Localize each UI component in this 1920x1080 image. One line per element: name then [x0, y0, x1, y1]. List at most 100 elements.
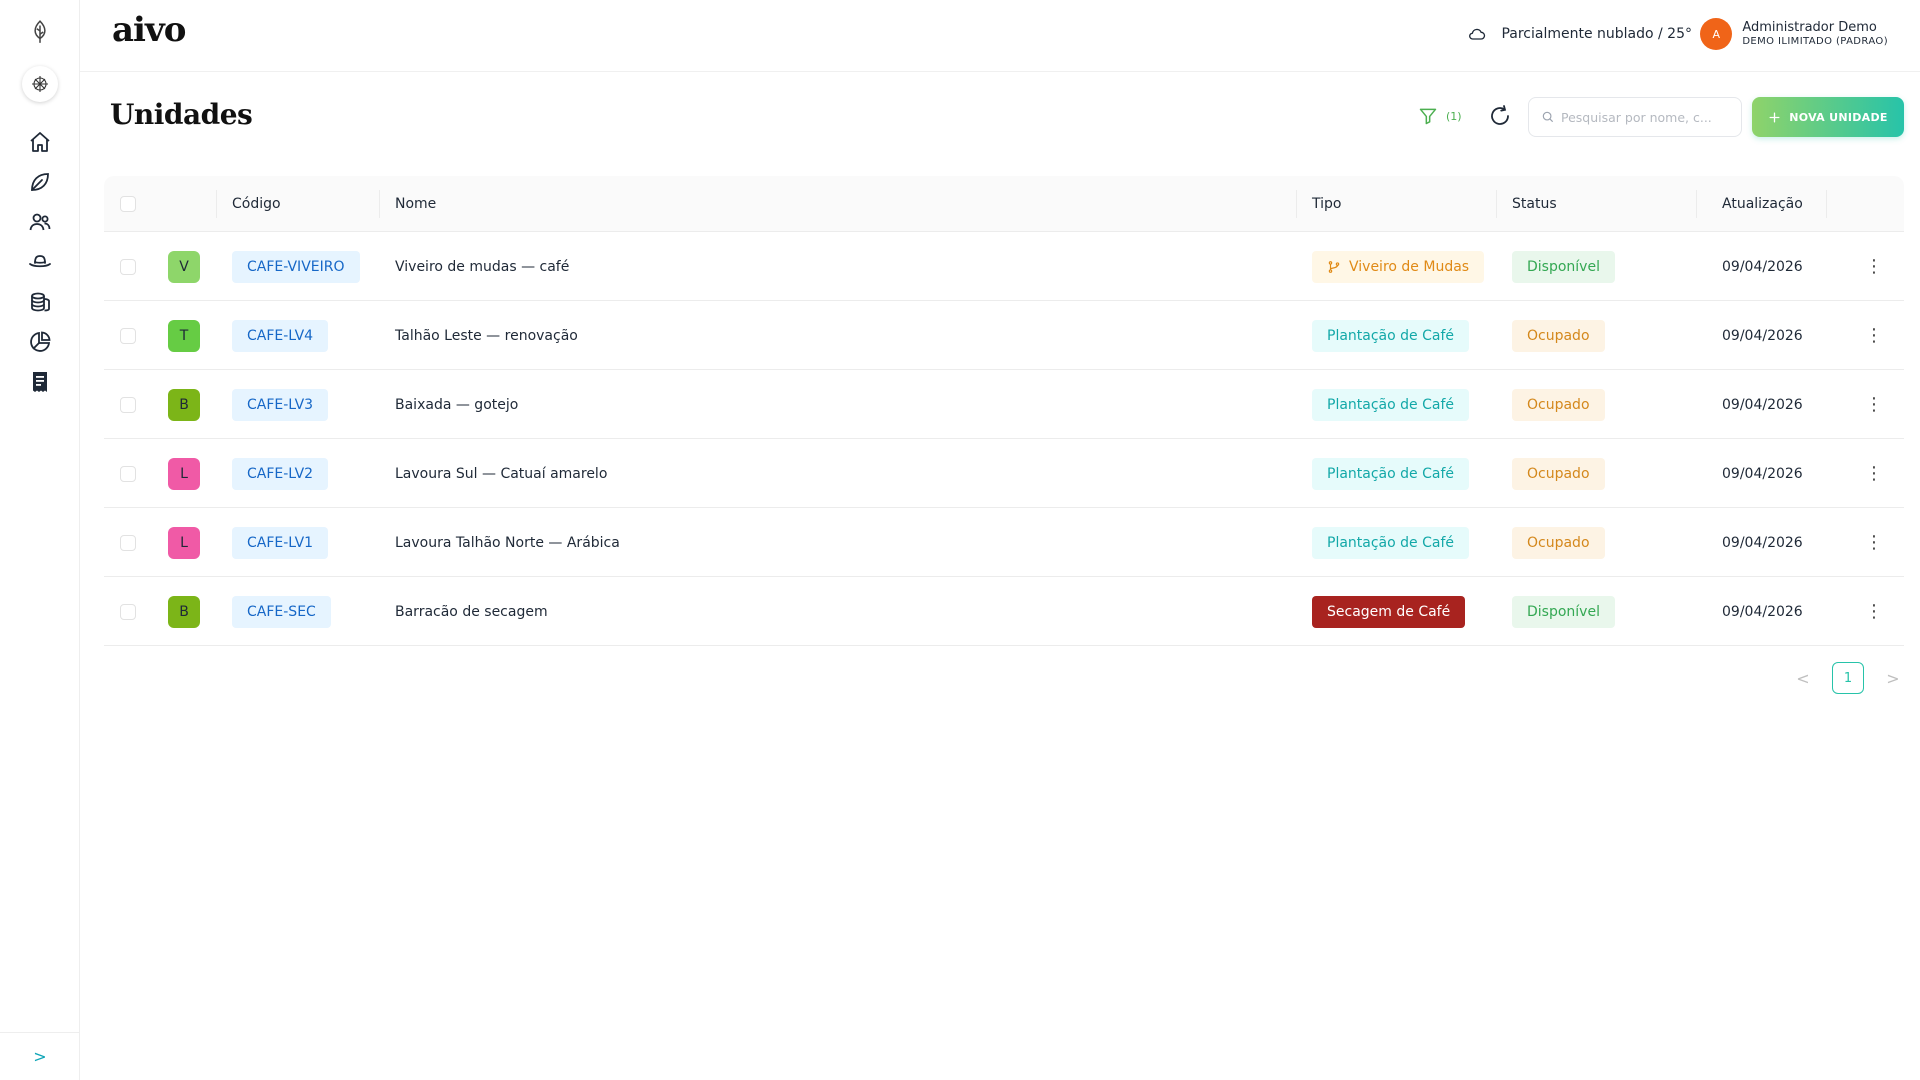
more-vertical-icon[interactable]: ⋮ — [1864, 463, 1884, 484]
more-vertical-icon[interactable]: ⋮ — [1864, 325, 1884, 346]
row-avatar-cell: T — [168, 301, 200, 370]
unit-type-label: Viveiro de Mudas — [1349, 258, 1470, 275]
row-actions-cell: ⋮ — [1864, 508, 1884, 577]
row-type-cell: Plantação de Café — [1312, 439, 1469, 508]
chevron-left-icon: < — [1796, 668, 1810, 688]
unit-type-tag: Plantação de Café — [1312, 388, 1469, 421]
page-title: Unidades — [110, 98, 253, 131]
farm-avatar-icon[interactable] — [22, 66, 58, 102]
row-select-cell — [120, 577, 136, 646]
row-type-cell: Plantação de Café — [1312, 508, 1469, 577]
refresh-icon — [1491, 105, 1509, 125]
sidebar-collapse-button[interactable]: > — [0, 1032, 80, 1080]
unit-updated-date: 09/04/2026 — [1722, 603, 1803, 620]
filter-count: (1) — [1446, 109, 1462, 123]
chevron-right-icon: > — [1886, 668, 1900, 688]
unit-code-tag[interactable]: CAFE-VIVEIRO — [232, 250, 360, 283]
new-unit-button[interactable]: NOVA UNIDADE — [1752, 97, 1904, 137]
table-row[interactable]: T CAFE-LV4 Talhão Leste — renovação Plantaç… — [104, 301, 1904, 370]
column-separator — [1696, 190, 1697, 218]
row-checkbox[interactable] — [120, 603, 136, 620]
column-header-type[interactable]: Tipo — [1312, 176, 1341, 232]
unit-code-tag[interactable]: CAFE-LV1 — [232, 526, 329, 559]
unit-type-label: Secagem de Café — [1327, 603, 1451, 620]
row-checkbox[interactable] — [120, 327, 136, 344]
unit-code-tag[interactable]: CAFE-LV4 — [232, 319, 329, 352]
new-unit-label: NOVA UNIDADE — [1789, 110, 1888, 124]
row-avatar-cell: B — [168, 577, 200, 646]
row-select-cell — [120, 370, 136, 439]
unit-type-tag: Secagem de Café — [1312, 595, 1466, 628]
unit-type-label: Plantação de Café — [1327, 396, 1454, 413]
more-vertical-icon[interactable]: ⋮ — [1864, 532, 1884, 553]
refresh-button[interactable] — [1488, 104, 1512, 128]
select-all-checkbox[interactable] — [120, 196, 136, 212]
row-actions-cell: ⋮ — [1864, 577, 1884, 646]
column-header-status[interactable]: Status — [1512, 176, 1557, 232]
brand-logo[interactable]: aivo — [112, 10, 186, 50]
leaf-icon[interactable] — [26, 168, 54, 196]
weather-widget: Parcialmente nublado / 25° — [1467, 24, 1692, 44]
pagination-page-button[interactable]: 1 — [1832, 662, 1864, 694]
row-select-cell — [120, 508, 136, 577]
more-vertical-icon[interactable]: ⋮ — [1864, 601, 1884, 622]
table-row[interactable]: B CAFE-LV3 Baixada — gotejo Plantação de Ca… — [104, 370, 1904, 439]
branch-icon — [1328, 260, 1340, 273]
more-vertical-icon[interactable]: ⋮ — [1864, 394, 1884, 415]
row-checkbox[interactable] — [120, 465, 136, 482]
unit-name: Baixada — gotejo — [395, 396, 519, 413]
receipt-icon[interactable] — [26, 368, 54, 396]
unit-updated-date: 09/04/2026 — [1722, 396, 1803, 413]
users-icon[interactable] — [26, 208, 54, 236]
table-row[interactable]: L CAFE-LV1 Lavoura Talhão Norte — Arábica P… — [104, 508, 1904, 577]
table-row[interactable]: B CAFE-SEC Barracão de secagem Secagem de C… — [104, 577, 1904, 646]
unit-code-tag[interactable]: CAFE-LV2 — [232, 457, 329, 490]
unit-code-tag[interactable]: CAFE-LV3 — [232, 388, 329, 421]
unit-type-label: Plantação de Café — [1327, 534, 1454, 551]
home-icon[interactable] — [26, 128, 54, 156]
column-header-updated[interactable]: Atualização — [1722, 176, 1803, 232]
unit-status-tag: Disponível — [1512, 595, 1615, 628]
filter-button[interactable]: (1) — [1418, 106, 1462, 126]
unit-name: Barracão de secagem — [395, 603, 548, 620]
user-avatar[interactable]: A — [1700, 18, 1733, 50]
row-checkbox[interactable] — [120, 258, 136, 275]
search-input[interactable] — [1561, 109, 1731, 125]
user-menu[interactable]: A Administrador Demo DEMO ILIMITADO (PAD… — [1700, 18, 1888, 50]
pie-chart-icon[interactable] — [26, 328, 54, 356]
row-code-cell: CAFE-SEC — [232, 577, 331, 646]
column-header-name[interactable]: Nome — [395, 176, 436, 232]
unit-type-tag: Plantação de Café — [1312, 457, 1469, 490]
sidebar: > — [0, 0, 80, 1080]
unit-updated-date: 09/04/2026 — [1722, 258, 1803, 275]
filter-icon — [1419, 108, 1437, 125]
row-type-cell: Plantação de Café — [1312, 301, 1469, 370]
unit-type-tag: Plantação de Café — [1312, 526, 1469, 559]
table-row[interactable]: V CAFE-VIVEIRO Viveiro de mudas — café Vive… — [104, 232, 1904, 301]
leaf-logo-icon[interactable] — [22, 14, 58, 50]
table-row[interactable]: L CAFE-LV2 Lavoura Sul — Catuaí amarelo Pla… — [104, 439, 1904, 508]
row-code-cell: CAFE-LV3 — [232, 370, 329, 439]
row-checkbox[interactable] — [120, 396, 136, 413]
row-status-cell: Ocupado — [1512, 508, 1605, 577]
unit-status-tag: Ocupado — [1512, 319, 1605, 352]
row-select-cell — [120, 439, 136, 508]
pagination-prev-button[interactable]: < — [1788, 663, 1818, 693]
column-header-code[interactable]: Código — [232, 176, 281, 232]
chevron-right-icon: > — [33, 1047, 47, 1066]
unit-avatar: B — [168, 388, 200, 421]
hat-icon[interactable] — [26, 248, 54, 276]
row-status-cell: Disponível — [1512, 577, 1615, 646]
unit-name: Viveiro de mudas — café — [395, 258, 570, 275]
row-checkbox[interactable] — [120, 534, 136, 551]
unit-status-tag: Disponível — [1512, 250, 1615, 283]
column-separator — [1296, 190, 1297, 218]
row-status-cell: Disponível — [1512, 232, 1615, 301]
search-box[interactable] — [1528, 97, 1742, 137]
column-separator — [1496, 190, 1497, 218]
unit-name: Talhão Leste — renovação — [395, 327, 578, 344]
more-vertical-icon[interactable]: ⋮ — [1864, 256, 1884, 277]
pagination-next-button[interactable]: > — [1878, 663, 1908, 693]
unit-code-tag[interactable]: CAFE-SEC — [232, 595, 331, 628]
coins-icon[interactable] — [26, 288, 54, 316]
